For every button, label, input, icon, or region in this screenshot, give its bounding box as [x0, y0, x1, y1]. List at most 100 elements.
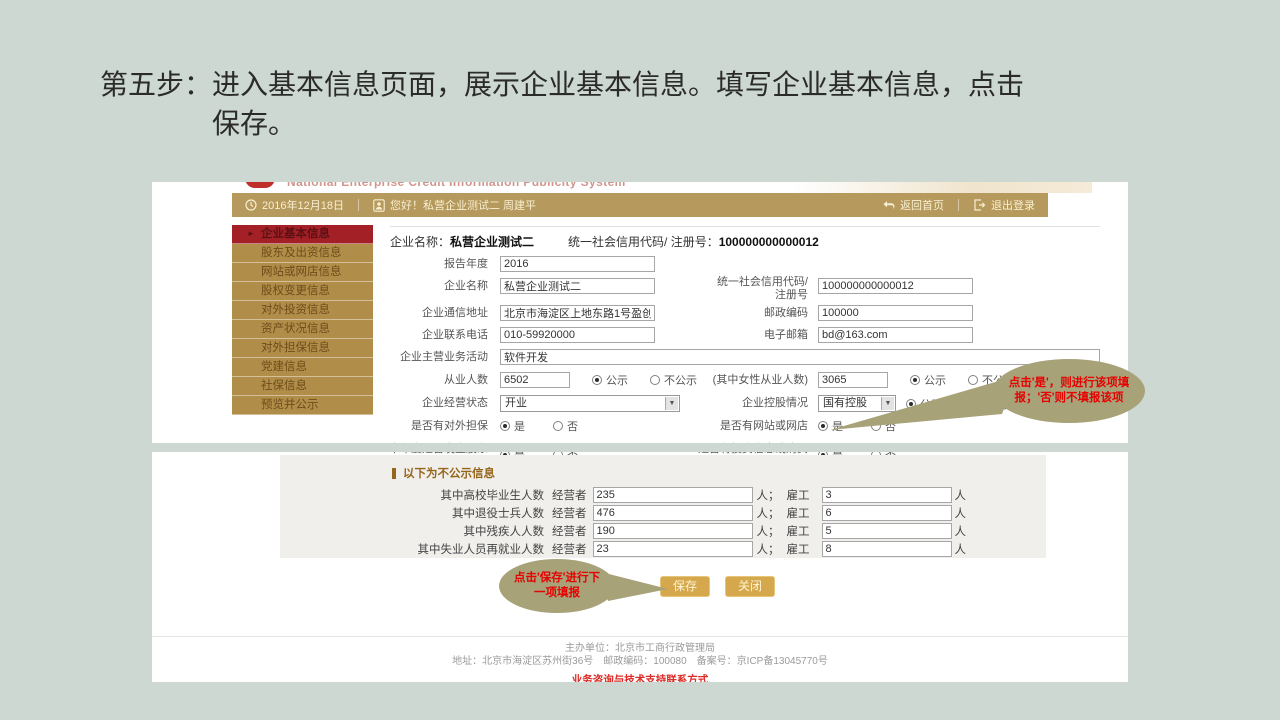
row-label: 其中残疾人人数	[280, 523, 544, 539]
sidebar-item-label: 资产状况信息	[261, 323, 330, 335]
employees-input[interactable]	[500, 372, 570, 388]
dropdown-arrow-icon[interactable]: ▼	[665, 397, 678, 410]
unit-ren: 人	[955, 541, 967, 557]
main-form: 企业名称：私营企业测试二统一社会信用代码/ 注册号：10000000000001…	[390, 226, 1100, 470]
unit-ren-semi: 人；	[753, 505, 787, 521]
row-label: 其中失业人员再就业人数	[280, 541, 544, 557]
unit-ren-semi: 人；	[753, 487, 787, 503]
logout-link[interactable]: 退出登录	[973, 197, 1035, 213]
holding-notpublic-radio[interactable]	[964, 399, 974, 409]
website-label: 是否有网站或网店	[678, 420, 808, 433]
female-public-radio[interactable]	[910, 375, 920, 385]
sidebar-item-website[interactable]: 网站或网店信息	[232, 263, 373, 282]
company-name-value: 私营企业测试二	[450, 235, 534, 249]
radio-tip-text: 点击'是'，则进行该项填报；'否'则不填报该项	[1007, 376, 1131, 406]
email-input[interactable]	[818, 327, 973, 343]
slide-title-line1: 第五步：进入基本信息页面，展示企业基本信息。填写企业基本信息，点击	[100, 66, 1190, 105]
employee-label: 雇工	[787, 505, 810, 521]
table-row: 其中残疾人人数 经营者 人； 雇工 人	[280, 523, 1046, 539]
phone-label: 企业联系电话	[384, 329, 488, 342]
non-public-section: 以下为不公示信息 其中高校毕业生人数 经营者 人； 雇工 人 其中退役士兵人数 …	[280, 455, 1046, 558]
footer-address: 地址：北京市海淀区苏州街36号 邮政编码：100080 备案号：京ICP备130…	[152, 655, 1128, 668]
postcode-input[interactable]	[818, 305, 973, 321]
site-logo-subtitle: National Enterprise Credit Information P…	[287, 182, 626, 189]
logout-icon	[973, 199, 986, 211]
sidebar-item-label: 预览并公示	[261, 399, 319, 411]
website-yes-radio[interactable]	[818, 421, 828, 431]
disabled-operator-input[interactable]	[593, 523, 753, 539]
sidebar-item-guarantee[interactable]: 对外担保信息	[232, 339, 373, 358]
yes-label: 是	[832, 418, 843, 434]
status-label: 企业经营状态	[384, 397, 488, 410]
slide-title-line2: 保存。	[212, 105, 1190, 144]
clock-icon	[245, 199, 257, 211]
guarantee-label: 是否有对外担保	[384, 420, 488, 433]
employees-public-radio[interactable]	[592, 375, 602, 385]
site-header-strip: National Enterprise Credit Information P…	[232, 182, 1092, 193]
table-row: 其中退役士兵人数 经营者 人； 雇工 人	[280, 505, 1046, 521]
female-notpublic-radio[interactable]	[968, 375, 978, 385]
credit-code-input[interactable]	[818, 278, 973, 294]
guarantee-yes-radio[interactable]	[500, 421, 510, 431]
toolbar-separator	[358, 199, 359, 211]
holding-value: 国有控股	[823, 397, 867, 409]
sidebar-item-social-security[interactable]: 社保信息	[232, 377, 373, 396]
sidebar-item-label: 网站或网店信息	[261, 266, 342, 278]
sidebar-item-party[interactable]: 党建信息	[232, 358, 373, 377]
close-button[interactable]: 关闭	[725, 576, 775, 597]
sidebar-item-preview-publish[interactable]: 预览并公示	[232, 396, 373, 415]
row-label: 其中退役士兵人数	[280, 505, 544, 521]
sidebar-item-label: 对外担保信息	[261, 342, 330, 354]
operator-label: 经营者	[552, 523, 587, 539]
holding-public-radio[interactable]	[906, 399, 916, 409]
no-label: 否	[567, 418, 578, 434]
company-name-input[interactable]	[500, 278, 655, 294]
non-public-title: 以下为不公示信息	[403, 465, 495, 481]
disabled-employee-input[interactable]	[822, 523, 952, 539]
save-button[interactable]: 保存	[660, 576, 710, 597]
reemployed-operator-input[interactable]	[593, 541, 753, 557]
report-year-input[interactable]	[500, 256, 655, 272]
website-no-radio[interactable]	[871, 421, 881, 431]
footer-contact-link[interactable]: 业务咨询与技术支持联系方式	[572, 672, 709, 682]
sidebar: ► 企业基本信息 股东及出资信息 网站或网店信息 股权变更信息 对外投资信息 资…	[232, 225, 373, 415]
toolbar-right: 返回首页 退出登录	[882, 197, 1035, 213]
sidebar-item-label: 对外投资信息	[261, 304, 330, 316]
holding-select[interactable]: 国有控股 ▼	[818, 395, 896, 412]
sidebar-item-investment[interactable]: 对外投资信息	[232, 301, 373, 320]
female-employees-input[interactable]	[818, 372, 888, 388]
credit-code-field-label: 统一社会信用代码/注册号	[708, 276, 808, 302]
toolbar-user-group: 您好！私营企业测试二 周建平	[373, 197, 536, 213]
address-label: 企业通信地址	[384, 307, 488, 320]
address-input[interactable]	[500, 305, 655, 321]
sidebar-item-basic-info[interactable]: ► 企业基本信息	[232, 225, 373, 244]
public-label: 公示	[920, 396, 942, 412]
unit-ren-semi: 人；	[753, 541, 787, 557]
veterans-operator-input[interactable]	[593, 505, 753, 521]
veterans-employee-input[interactable]	[822, 505, 952, 521]
section-divider	[152, 443, 1128, 452]
holding-label: 企业控股情况	[678, 397, 808, 410]
sidebar-item-shareholders[interactable]: 股东及出资信息	[232, 244, 373, 263]
yes-label: 是	[514, 418, 525, 434]
main-business-input[interactable]	[500, 349, 1100, 365]
active-arrow-icon: ►	[247, 225, 255, 243]
status-select[interactable]: 开业▼	[500, 395, 680, 412]
phone-input[interactable]	[500, 327, 655, 343]
sidebar-item-equity-change[interactable]: 股权变更信息	[232, 282, 373, 301]
save-tip-callout: 点击'保存'进行下一项填报	[499, 559, 615, 613]
dropdown-arrow-icon[interactable]: ▼	[881, 397, 894, 410]
sidebar-item-label: 股权变更信息	[261, 285, 330, 297]
graduates-employee-input[interactable]	[822, 487, 952, 503]
logout-label: 退出登录	[991, 197, 1035, 213]
credit-code-value: 100000000000012	[719, 235, 819, 249]
company-name-label: 企业名称：	[390, 235, 450, 249]
graduates-operator-input[interactable]	[593, 487, 753, 503]
guarantee-no-radio[interactable]	[553, 421, 563, 431]
return-home-link[interactable]: 返回首页	[882, 197, 944, 213]
employees-notpublic-radio[interactable]	[650, 375, 660, 385]
reemployed-employee-input[interactable]	[822, 541, 952, 557]
company-name-field-label: 企业名称	[384, 280, 488, 293]
site-logo-icon	[245, 182, 275, 188]
sidebar-item-assets[interactable]: 资产状况信息	[232, 320, 373, 339]
